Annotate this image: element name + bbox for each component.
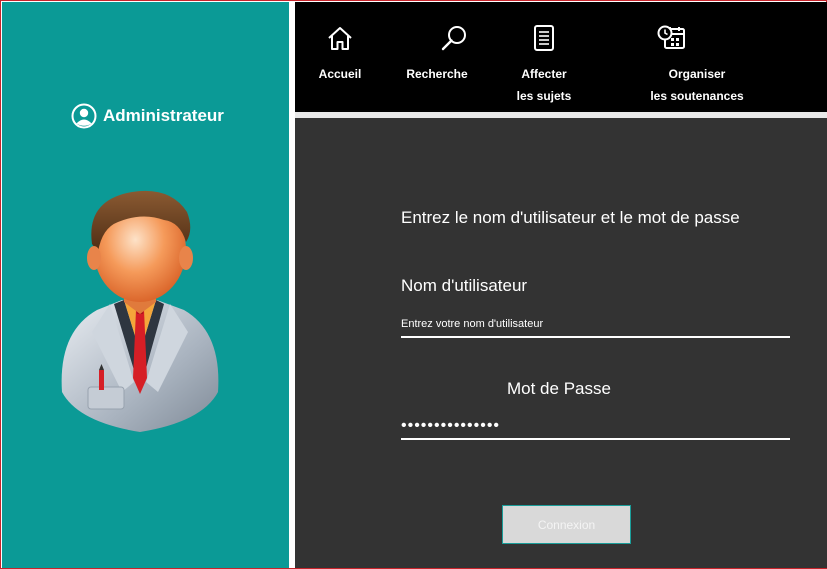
nav-recherche[interactable]: Recherche	[405, 2, 469, 112]
nav-organiser-line2: les soutenances	[650, 89, 744, 103]
nav-organiser-label: Organiser les soutenances	[650, 63, 743, 107]
search-icon	[439, 24, 469, 52]
nav-accueil[interactable]: Accueil	[315, 2, 365, 112]
admin-title: Administrateur	[71, 102, 224, 130]
login-panel: Entrez le nom d'utilisateur et le mot de…	[295, 118, 827, 568]
nav-accueil-label: Accueil	[318, 67, 362, 81]
home-icon	[326, 24, 354, 52]
nav-organiser-soutenances[interactable]: Organiser les soutenances	[645, 2, 749, 112]
username-field[interactable]	[401, 312, 790, 338]
admin-title-label: Administrateur	[103, 106, 224, 125]
app-window: Administrateur Accueil Recherche Affecte…	[0, 0, 827, 569]
nav-affecter-sujets[interactable]: Affecter les sujets	[509, 2, 579, 112]
password-label: Mot de Passe	[507, 379, 611, 398]
sidebar: Administrateur	[2, 2, 289, 568]
businessman-avatar	[52, 182, 227, 437]
nav-organiser-line1: Organiser	[668, 67, 726, 81]
login-button[interactable]: Connexion	[502, 505, 631, 544]
user-circle-icon	[71, 103, 97, 129]
nav-affecter-line2: les sujets	[516, 89, 572, 103]
login-prompt: Entrez le nom d'utilisateur et le mot de…	[401, 208, 740, 227]
top-navigation: Accueil Recherche Affecter les sujets Or…	[295, 2, 827, 112]
document-list-icon	[532, 24, 556, 52]
nav-recherche-label: Recherche	[406, 67, 468, 81]
username-label: Nom d'utilisateur	[401, 276, 528, 295]
nav-affecter-label: Affecter les sujets	[517, 63, 572, 107]
calendar-clock-icon	[657, 24, 687, 52]
nav-affecter-line1: Affecter	[521, 67, 567, 81]
password-field[interactable]	[401, 414, 790, 440]
